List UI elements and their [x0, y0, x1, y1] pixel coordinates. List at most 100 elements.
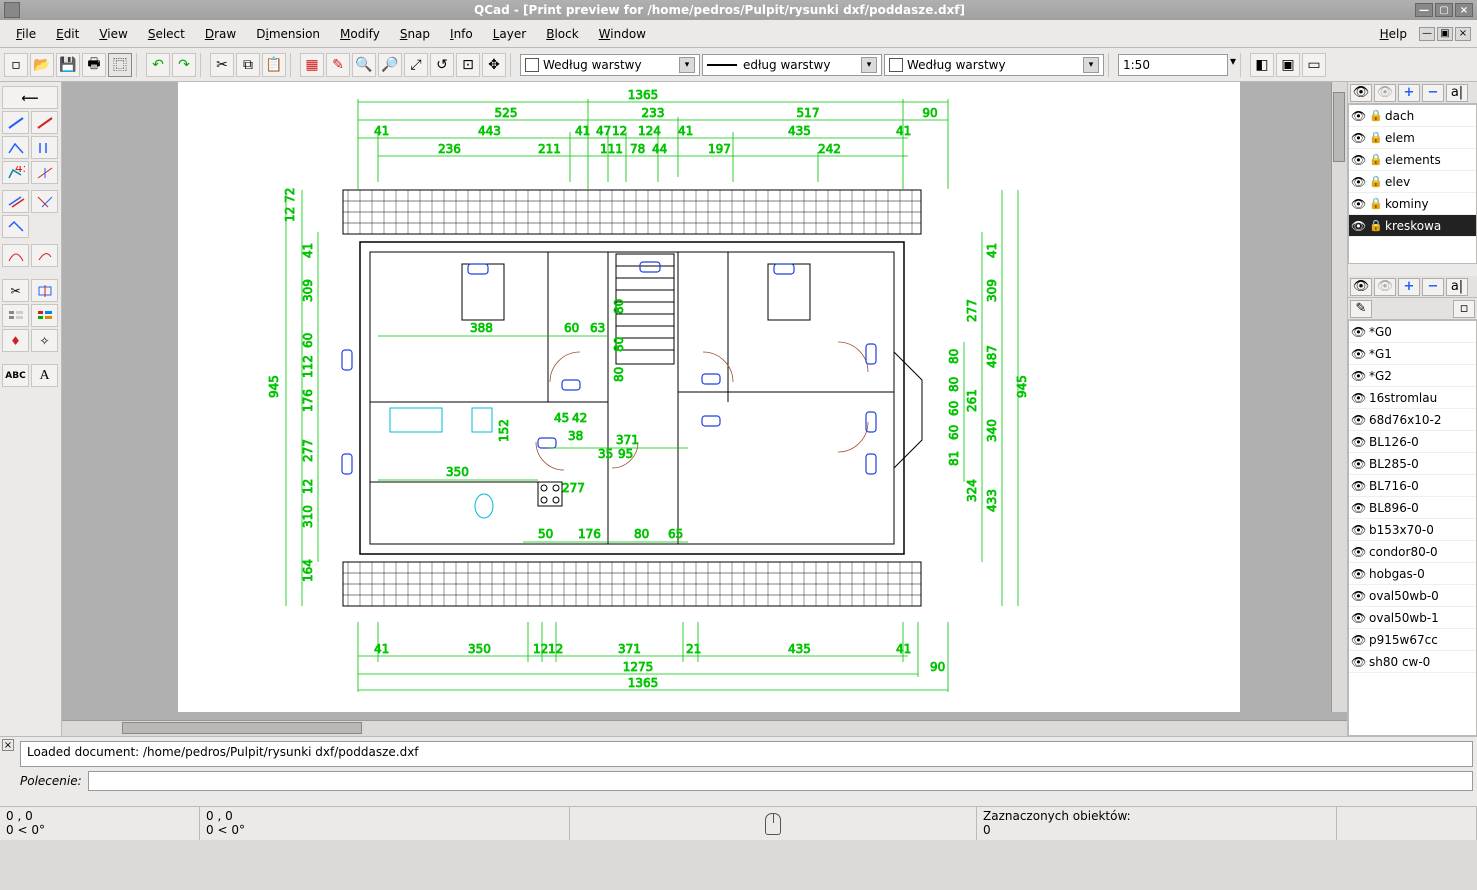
tool-line-ortho[interactable]: [2, 215, 29, 238]
block-row[interactable]: 👁hobgas-0: [1349, 563, 1476, 585]
block-row[interactable]: 👁16stromlau: [1349, 387, 1476, 409]
tool-divide[interactable]: [31, 279, 58, 302]
menu-window[interactable]: Window: [589, 23, 656, 45]
block-row[interactable]: 👁*G2: [1349, 365, 1476, 387]
menu-edit[interactable]: Edit: [46, 23, 89, 45]
block-row[interactable]: 👁sh80 cw-0: [1349, 651, 1476, 673]
linewidth-dropdown-icon[interactable]: ▾: [861, 57, 877, 73]
menu-help[interactable]: Help: [1370, 23, 1417, 45]
block-edit-button[interactable]: ✎: [1350, 300, 1372, 318]
menu-modify[interactable]: Modify: [330, 23, 390, 45]
tool-line-horiz[interactable]: [2, 136, 29, 159]
block-hideall-button[interactable]: 👁: [1374, 278, 1396, 296]
tool-explode[interactable]: ✧: [31, 329, 58, 352]
zoom-pan-button[interactable]: ✥: [482, 53, 506, 77]
mdi-minimize-button[interactable]: —: [1419, 27, 1435, 41]
layer-showall-button[interactable]: 👁: [1350, 84, 1372, 102]
scale-input[interactable]: [1118, 54, 1228, 76]
drawing-canvas[interactable]: 1365 52523351790 414434147121244143541 2…: [62, 82, 1347, 720]
vertical-scrollbar[interactable]: [1331, 82, 1347, 712]
zoom-in-button[interactable]: 🔍: [352, 53, 376, 77]
print-preview-button[interactable]: ⿴: [108, 53, 132, 77]
tool-attribs-color[interactable]: [31, 304, 58, 327]
menu-draw[interactable]: Draw: [195, 23, 246, 45]
menu-view[interactable]: View: [89, 23, 137, 45]
block-row[interactable]: 👁*G0: [1349, 321, 1476, 343]
menu-layer[interactable]: Layer: [483, 23, 536, 45]
linetype-selector[interactable]: Według warstwy ▾: [884, 54, 1104, 76]
color-dropdown-icon[interactable]: ▾: [679, 57, 695, 73]
zoom-window-button[interactable]: ⊡: [456, 53, 480, 77]
block-row[interactable]: 👁68d76x10-2: [1349, 409, 1476, 431]
tool-line[interactable]: [2, 111, 29, 134]
block-row[interactable]: 👁BL126-0: [1349, 431, 1476, 453]
zoom-auto-button[interactable]: ⤢: [404, 53, 428, 77]
block-row[interactable]: 👁BL896-0: [1349, 497, 1476, 519]
layer-row[interactable]: 👁🔒elem: [1349, 127, 1476, 149]
fit-page-button[interactable]: ▭: [1302, 53, 1326, 77]
layer-add-button[interactable]: +: [1398, 84, 1420, 102]
tool-arc[interactable]: [2, 244, 29, 267]
linewidth-selector[interactable]: edług warstwy ▾: [702, 54, 882, 76]
layer-list[interactable]: 👁🔒dach👁🔒elem👁🔒elements👁🔒elev👁🔒kominy👁🔒kr…: [1348, 104, 1477, 264]
menu-dimension[interactable]: Dimension: [246, 23, 330, 45]
layer-row[interactable]: 👁🔒kominy: [1349, 193, 1476, 215]
block-row[interactable]: 👁p915w67cc: [1349, 629, 1476, 651]
block-row[interactable]: 👁BL285-0: [1349, 453, 1476, 475]
scale-dropdown-icon[interactable]: ▾: [1230, 54, 1236, 76]
layer-remove-button[interactable]: −: [1422, 84, 1444, 102]
block-row[interactable]: 👁oval50wb-0: [1349, 585, 1476, 607]
block-showall-button[interactable]: 👁: [1350, 278, 1372, 296]
minimize-button[interactable]: —: [1415, 3, 1433, 17]
maximize-button[interactable]: ▢: [1435, 3, 1453, 17]
bw-toggle-button[interactable]: ◧: [1250, 53, 1274, 77]
menu-snap[interactable]: Snap: [390, 23, 440, 45]
block-row[interactable]: 👁condor80-0: [1349, 541, 1476, 563]
cut-button[interactable]: ✂: [210, 53, 234, 77]
block-remove-button[interactable]: −: [1422, 278, 1444, 296]
zoom-prev-button[interactable]: ↺: [430, 53, 454, 77]
tool-text[interactable]: ABC: [2, 364, 29, 387]
tool-line-rect[interactable]: 45: [2, 161, 29, 184]
open-button[interactable]: 📂: [30, 53, 54, 77]
linetype-dropdown-icon[interactable]: ▾: [1083, 57, 1099, 73]
layer-row[interactable]: 👁🔒elements: [1349, 149, 1476, 171]
block-list[interactable]: 👁*G0👁*G1👁*G2👁16stromlau👁68d76x10-2👁BL126…: [1348, 320, 1477, 736]
layer-edit-button[interactable]: a|: [1446, 84, 1468, 102]
menu-info[interactable]: Info: [440, 23, 483, 45]
layer-row[interactable]: 👁🔒kreskowa: [1349, 215, 1476, 237]
print-button[interactable]: 🖶: [82, 53, 106, 77]
menu-select[interactable]: Select: [138, 23, 195, 45]
tool-cut[interactable]: ✂: [2, 279, 29, 302]
undo-button[interactable]: ↶: [146, 53, 170, 77]
block-row[interactable]: 👁b153x70-0: [1349, 519, 1476, 541]
block-rename-button[interactable]: a|: [1446, 278, 1468, 296]
back-button[interactable]: ⟵: [2, 86, 58, 109]
layer-row[interactable]: 👁🔒elev: [1349, 171, 1476, 193]
mdi-restore-button[interactable]: ▣: [1437, 27, 1453, 41]
layer-hideall-button[interactable]: 👁: [1374, 84, 1396, 102]
tool-line-vert[interactable]: [31, 136, 58, 159]
zoom-out-button[interactable]: 🔎: [378, 53, 402, 77]
color-selector[interactable]: Według warstwy ▾: [520, 54, 700, 76]
grid-button[interactable]: ▦: [300, 53, 324, 77]
command-close-button[interactable]: ×: [2, 739, 14, 751]
tool-line-bisect[interactable]: [31, 161, 58, 184]
close-button[interactable]: ×: [1455, 3, 1473, 17]
block-row[interactable]: 👁*G1: [1349, 343, 1476, 365]
block-add-button[interactable]: +: [1398, 278, 1420, 296]
draft-button[interactable]: ✎: [326, 53, 350, 77]
tool-attribs[interactable]: [2, 304, 29, 327]
tool-line-parallel[interactable]: [2, 190, 29, 213]
mdi-close-button[interactable]: ×: [1455, 27, 1471, 41]
tool-mtext[interactable]: A: [31, 364, 58, 387]
tool-delete[interactable]: ♦: [2, 329, 29, 352]
tool-circle[interactable]: [31, 244, 58, 267]
menu-block[interactable]: Block: [536, 23, 588, 45]
center-page-button[interactable]: ▣: [1276, 53, 1300, 77]
block-insert-button[interactable]: ▫: [1453, 300, 1475, 318]
tool-line-angle[interactable]: [31, 111, 58, 134]
paste-button[interactable]: 📋: [262, 53, 286, 77]
redo-button[interactable]: ↷: [172, 53, 196, 77]
copy-button[interactable]: ⧉: [236, 53, 260, 77]
